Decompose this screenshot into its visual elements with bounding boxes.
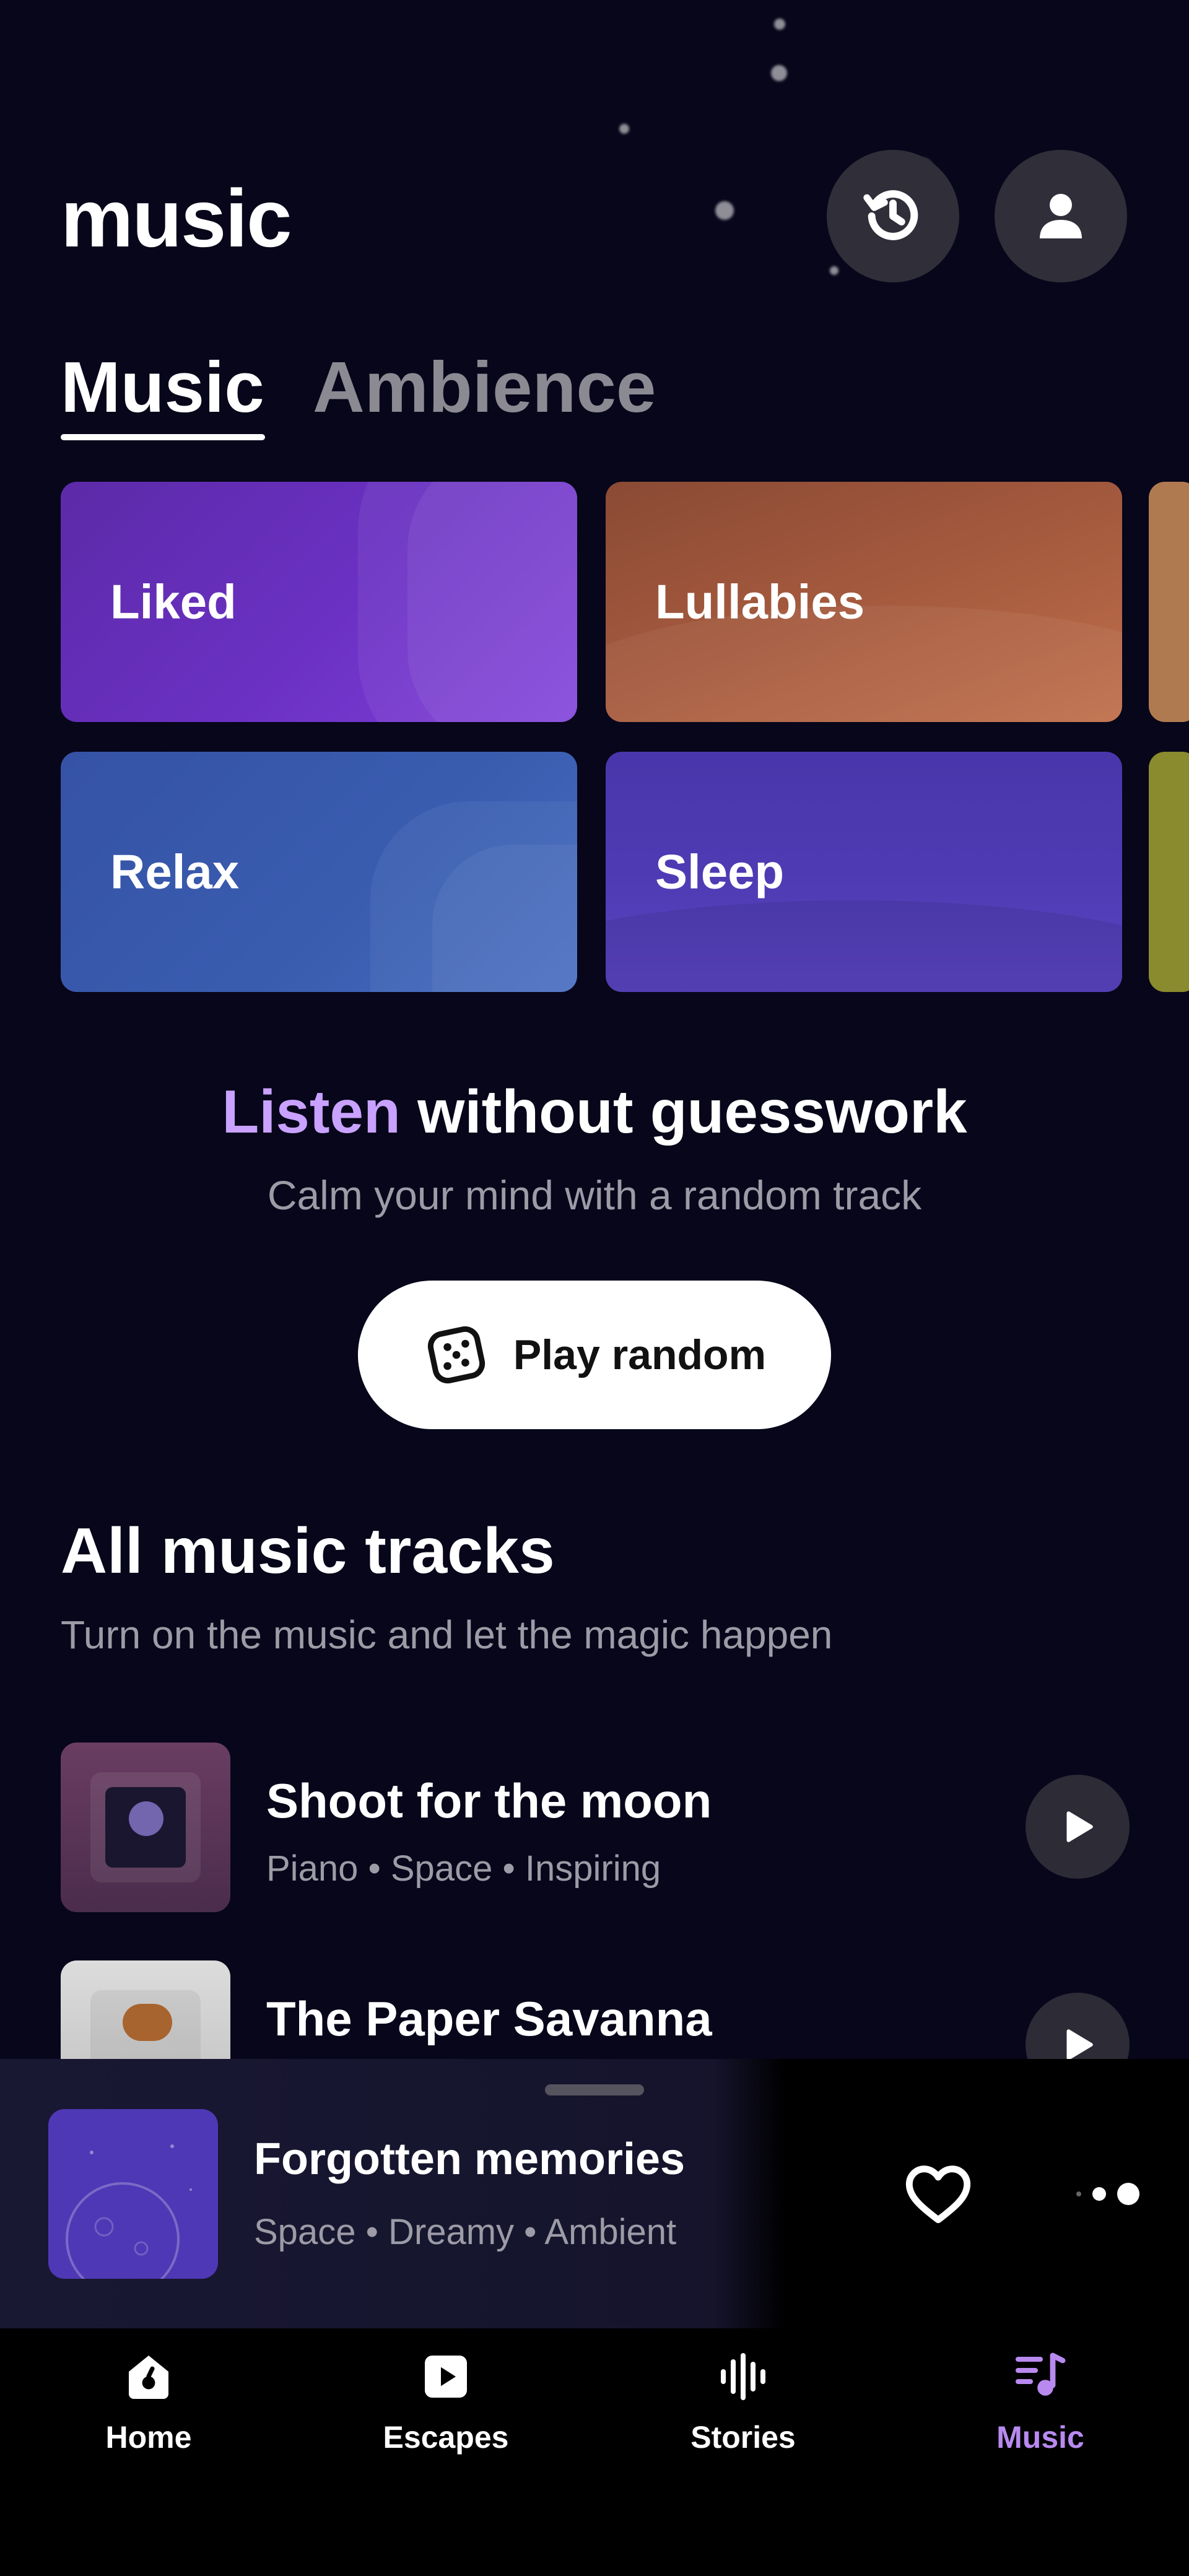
now-playing-tags: Space • Dreamy • Ambient	[254, 2212, 677, 2252]
dice-icon	[427, 1326, 486, 1384]
category-label: Sleep	[655, 844, 785, 899]
mini-player-handle[interactable]	[545, 2084, 644, 2095]
heart-icon	[905, 2165, 971, 2224]
category-card-sleep[interactable]: Sleep	[606, 752, 1122, 992]
category-card-liked[interactable]: Liked	[61, 482, 577, 722]
nav-label: Music	[996, 2420, 1084, 2455]
tab-ambience[interactable]: Ambience	[313, 347, 656, 427]
nav-label: Stories	[690, 2420, 796, 2455]
section-title: All music tracks	[61, 1515, 555, 1587]
nav-label: Escapes	[383, 2420, 509, 2455]
page-title: music	[61, 173, 292, 264]
profile-button[interactable]	[995, 150, 1127, 282]
moon-illustration	[66, 2144, 192, 2279]
category-card-peek[interactable]	[1149, 752, 1189, 992]
nav-item-stories[interactable]: Stories	[594, 2347, 892, 2457]
category-label: Liked	[110, 574, 237, 629]
category-card-relax[interactable]: Relax	[61, 752, 577, 992]
category-card-peek[interactable]	[1149, 482, 1189, 722]
track-artwork[interactable]	[61, 1743, 230, 1912]
now-playing-title: Forgotten memories	[254, 2134, 686, 2184]
track-title[interactable]: Shoot for the moon	[266, 1770, 712, 1832]
nav-item-home[interactable]: Home	[0, 2347, 297, 2457]
nav-item-escapes[interactable]: Escapes	[297, 2347, 594, 2457]
play-random-button[interactable]: Play random	[358, 1281, 831, 1429]
music-note-icon	[1016, 2352, 1066, 2396]
waveform-icon	[721, 2353, 765, 2400]
now-playing-artwork[interactable]	[48, 2109, 218, 2279]
play-icon	[1066, 1811, 1093, 1842]
tab-active-indicator	[61, 434, 265, 440]
promo-title: Listen without guesswork	[0, 1071, 1189, 1152]
history-icon	[863, 190, 918, 240]
play-random-label: Play random	[513, 1331, 767, 1378]
track-tags: Piano • Space • Inspiring	[266, 1848, 661, 1889]
user-icon	[1040, 194, 1082, 238]
category-label: Lullabies	[655, 574, 865, 629]
track-title[interactable]: The Paper Savanna	[266, 1988, 712, 2050]
promo-subtitle: Calm your mind with a random track	[267, 1172, 922, 1218]
promo-title-accent: Listen	[222, 1077, 401, 1146]
section-subtitle: Turn on the music and let the magic happ…	[61, 1612, 833, 1657]
like-button[interactable]	[898, 2154, 978, 2234]
tab-music[interactable]: Music	[61, 347, 264, 427]
loading-dots	[1040, 2154, 1139, 2234]
category-label: Relax	[110, 844, 240, 899]
history-button[interactable]	[827, 150, 959, 282]
play-square-icon	[425, 2356, 467, 2398]
nav-item-music[interactable]: Music	[892, 2347, 1189, 2457]
category-card-lullabies[interactable]: Lullabies	[606, 482, 1122, 722]
track-play-button[interactable]	[1026, 1775, 1130, 1879]
nav-label: Home	[105, 2420, 192, 2455]
home-icon	[129, 2356, 168, 2399]
promo-title-rest: without guesswork	[417, 1077, 967, 1146]
